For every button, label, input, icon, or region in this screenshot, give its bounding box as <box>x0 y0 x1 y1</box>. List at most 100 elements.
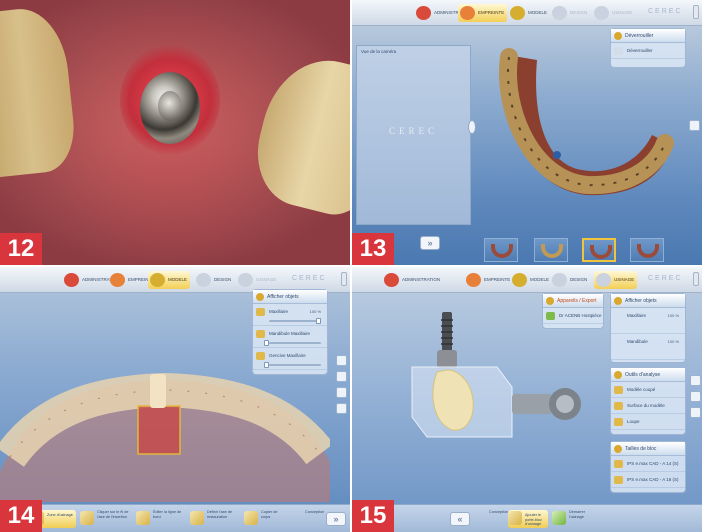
objects-panel-header[interactable]: Afficher objets <box>611 294 685 308</box>
tools-icon[interactable] <box>690 391 701 402</box>
tab-label: USINAGE <box>614 277 635 282</box>
row-label: Surface du modèle <box>627 403 665 408</box>
tab-label: DESIGN <box>570 277 588 282</box>
object-row[interactable]: Mandibule 100 % <box>611 334 685 360</box>
tab-usinage[interactable]: USINAGE <box>594 271 638 289</box>
help-icon[interactable] <box>693 272 699 286</box>
help-icon[interactable] <box>693 5 699 19</box>
row-label: Déverrouiller <box>627 48 653 53</box>
step-add-holder[interactable]: Ajouter le porte-bloc d'usinage <box>508 510 548 528</box>
panel-title: Déverrouiller <box>625 33 654 39</box>
thumbnail-item[interactable] <box>484 238 518 262</box>
tab-empreinte[interactable]: EMPREINTE <box>458 4 508 22</box>
thumbnail-item-selected[interactable] <box>582 238 616 262</box>
collapse-camera-button[interactable] <box>468 120 476 134</box>
step-icon <box>508 511 522 525</box>
opacity-slider[interactable] <box>264 362 321 368</box>
device-item[interactable]: Dr ACENB Hostpièce <box>543 308 603 324</box>
block-sizes-panel: Tailles de bloc IPS e.max CAD - A 14 (S)… <box>610 441 686 493</box>
panel-title: Appareils / Export <box>557 298 597 304</box>
step-start-milling[interactable]: Démarrer l'usinage <box>552 510 592 528</box>
tool-item[interactable]: Modèle coupé <box>611 382 685 398</box>
figure-number-badge: 13 <box>352 233 394 265</box>
tab-design[interactable]: DESIGN <box>550 4 590 22</box>
design-icon <box>196 273 211 287</box>
tools-icon[interactable] <box>336 387 347 398</box>
administration-icon <box>64 273 79 287</box>
palette-icon[interactable] <box>689 120 700 131</box>
block-holder <box>512 394 552 414</box>
camera-view-panel: Vue de la caméra CEREC <box>356 45 471 225</box>
unlock-panel-header[interactable]: Déverrouiller <box>611 29 685 43</box>
step-restoration-axis[interactable]: Définir l'axe de restauration <box>190 510 238 528</box>
tool-item[interactable]: Surface du modèle <box>611 398 685 414</box>
administration-icon <box>384 273 399 287</box>
row-label: Mandibule <box>627 339 648 344</box>
magnifier-icon <box>614 418 623 426</box>
slider-knob[interactable] <box>316 318 321 324</box>
step-label: Ajouter le porte-bloc d'usinage <box>525 513 542 526</box>
tab-label: MODELE <box>528 10 548 15</box>
milling-icon <box>594 6 609 20</box>
surface-icon <box>614 402 623 410</box>
tab-modele[interactable]: MODELE <box>148 271 191 289</box>
step-copy-body[interactable]: Copier de corps <box>244 510 284 528</box>
tab-modele[interactable]: MODELE <box>508 4 550 22</box>
tab-administration[interactable]: ADMINISTRATION <box>382 271 443 289</box>
tab-usinage[interactable]: USINAGE <box>592 4 635 22</box>
right-toolbar <box>690 375 701 423</box>
opacity-slider[interactable] <box>264 340 321 346</box>
step-margin-line[interactable]: Éditer la ligne de bord <box>136 510 184 528</box>
section-icon[interactable] <box>336 403 347 414</box>
step-label: Copier de corps <box>261 510 278 519</box>
object-row[interactable]: Mandibule Maxillaire <box>253 326 327 348</box>
block-item[interactable]: IPS e.max CAD - A 16 (S) <box>611 472 685 488</box>
maxilla-model-view[interactable] <box>0 362 330 502</box>
row-label: Mandibule Maxillaire <box>269 331 311 336</box>
view-icon[interactable] <box>336 355 347 366</box>
tab-design[interactable]: DESIGN <box>194 271 234 289</box>
tab-design[interactable]: DESIGN <box>550 271 590 289</box>
objects-panel: Afficher objets Maxillaire 100 % Mandibul… <box>252 289 328 375</box>
unlock-icon <box>614 32 622 40</box>
analysis-tools-header[interactable]: Outils d'analyse <box>611 368 685 382</box>
device-icon <box>546 297 554 305</box>
step-insertion-axis[interactable]: Cliquer sur le fil de l'axe de l'inserti… <box>80 510 132 528</box>
block-sizes-header[interactable]: Tailles de bloc <box>611 442 685 456</box>
object-row[interactable]: Maxillaire 100 % <box>611 308 685 334</box>
export-panel: Appareils / Export Dr ACENB Hostpièce <box>542 293 604 329</box>
step-conception[interactable]: Conception <box>472 510 508 528</box>
step-icon <box>190 511 204 525</box>
next-button[interactable]: » <box>326 512 346 526</box>
milling-preview[interactable] <box>397 312 597 462</box>
tab-empreinte[interactable]: EMPREINTE <box>464 271 513 289</box>
preparation-box[interactable] <box>137 405 181 455</box>
object-row[interactable]: Maxillaire 100 % <box>253 304 327 326</box>
panel-title: Tailles de bloc <box>625 446 657 452</box>
tab-usinage[interactable]: USINAGE <box>236 271 279 289</box>
step-conception[interactable]: Conception <box>288 510 324 528</box>
objects-panel-header[interactable]: Afficher objets <box>253 290 327 304</box>
slider-knob[interactable] <box>264 340 269 346</box>
tab-modele[interactable]: MODELE <box>510 271 552 289</box>
back-button[interactable]: « <box>450 512 470 526</box>
rotate-icon[interactable] <box>336 371 347 382</box>
thumbnail-item[interactable] <box>630 238 664 262</box>
view-icon[interactable] <box>690 375 701 386</box>
opacity-slider[interactable] <box>269 318 321 324</box>
phase-toolbar: ADMINISTRATION EMPREINTE MODELE DESIGN U… <box>352 0 702 26</box>
help-icon[interactable] <box>341 272 347 286</box>
step-label: Zone d'usinage <box>47 513 73 517</box>
row-label: Modèle coupé <box>627 387 656 392</box>
block-item[interactable]: IPS e.max CAD - A 14 (S) <box>611 456 685 472</box>
tab-label: DESIGN <box>570 10 588 15</box>
unlock-item[interactable]: Déverrouiller <box>611 43 685 59</box>
thumbnail-item[interactable] <box>534 238 568 262</box>
object-row[interactable]: Gencive Maxillaire <box>253 348 327 370</box>
export-panel-header[interactable]: Appareils / Export <box>543 294 603 308</box>
slider-knob[interactable] <box>264 362 269 368</box>
section-icon[interactable] <box>690 407 701 418</box>
model-icon <box>150 273 165 287</box>
tool-item[interactable]: Loupe <box>611 414 685 430</box>
next-button[interactable]: » <box>420 236 440 250</box>
